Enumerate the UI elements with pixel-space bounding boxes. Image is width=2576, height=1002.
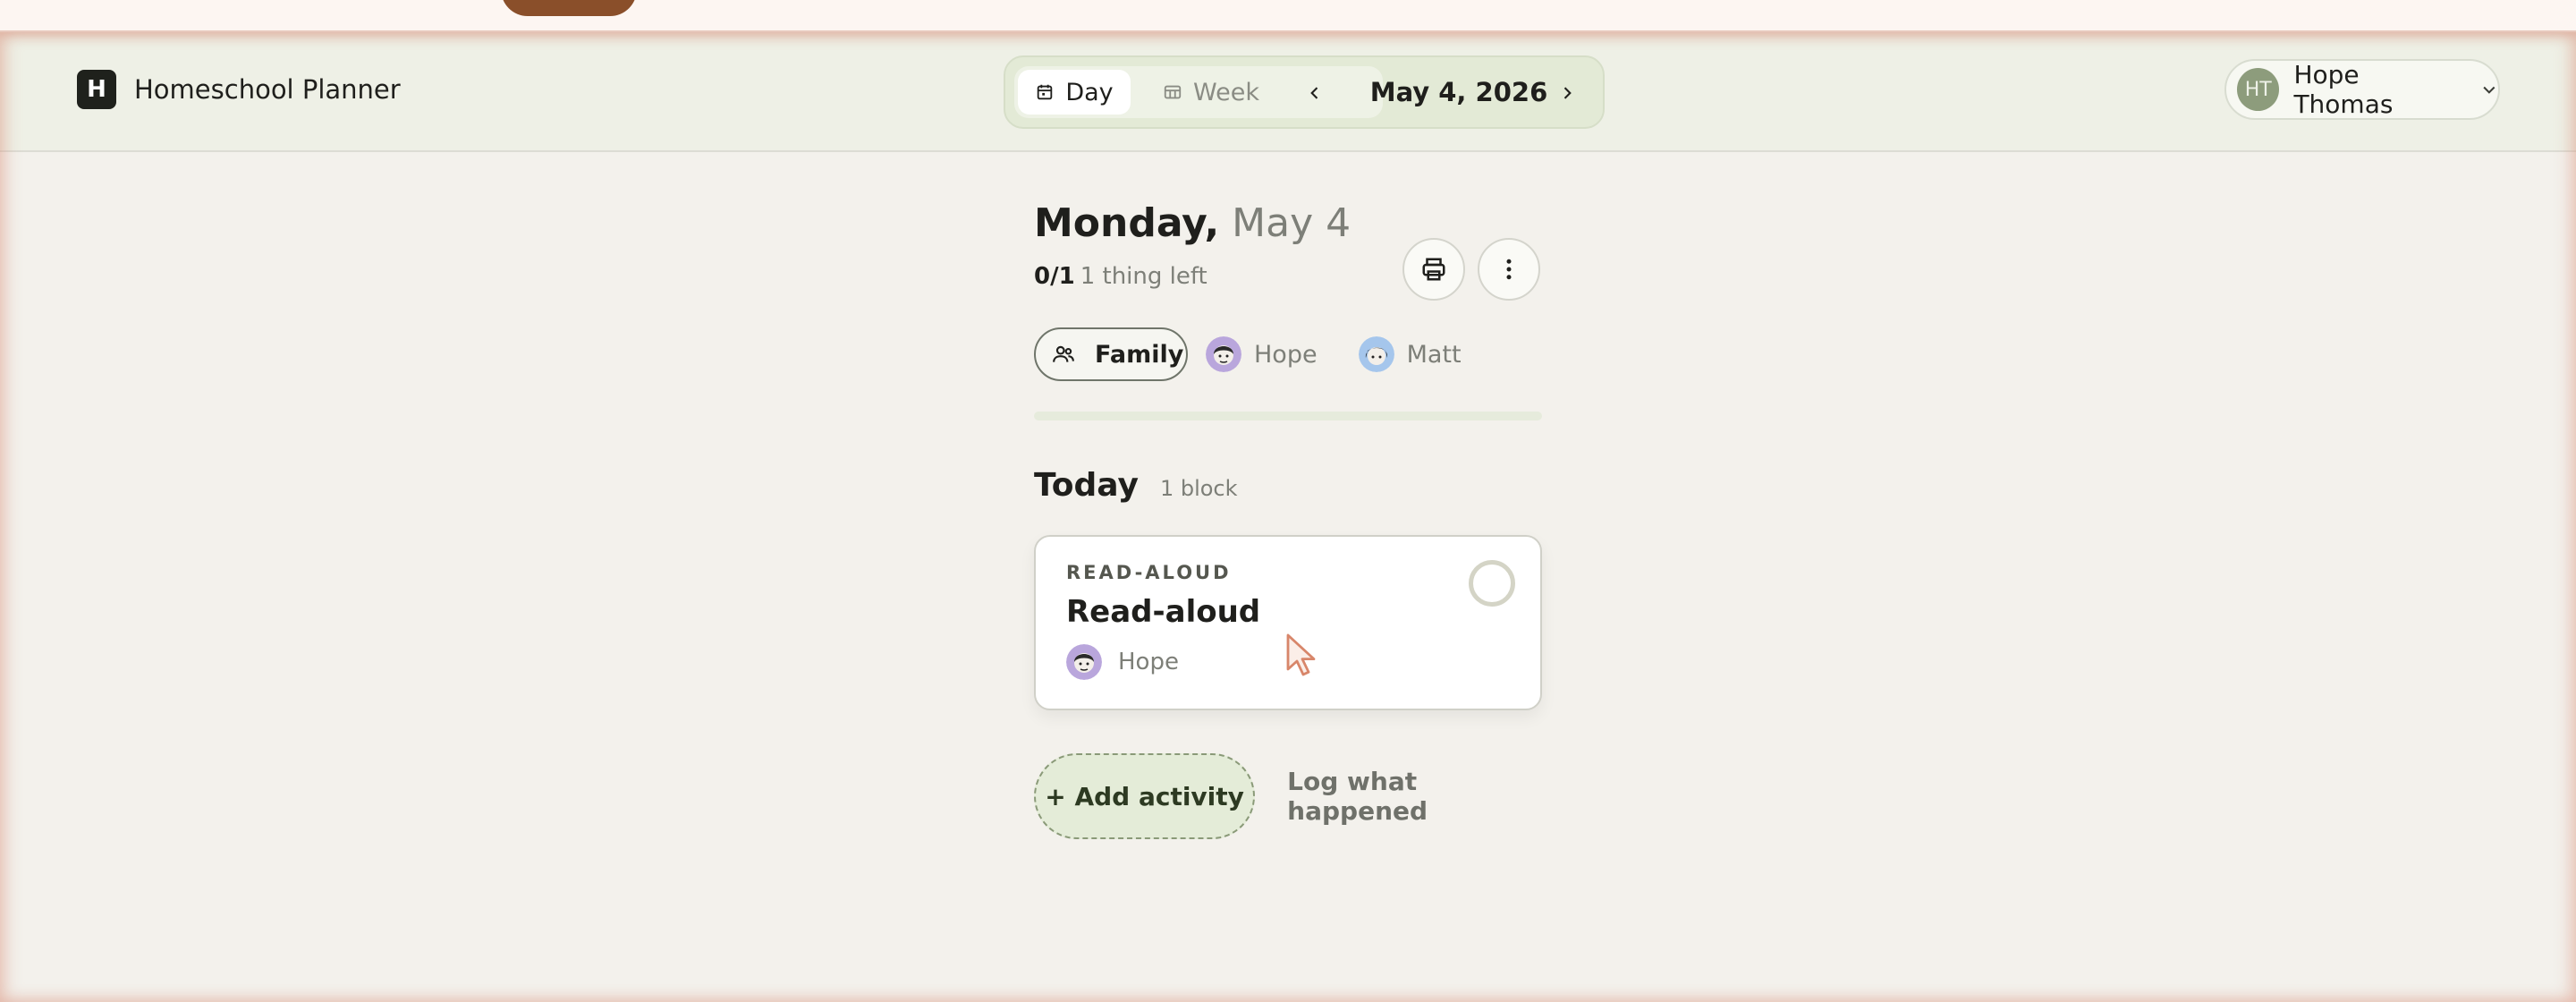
calendar-icon — [1038, 84, 1053, 100]
filter-family[interactable]: Family — [1034, 327, 1188, 381]
weekday-label: Monday, — [1034, 200, 1220, 246]
chevron-left-icon — [1310, 87, 1318, 99]
filter-matt[interactable]: Matt — [1358, 336, 1462, 372]
current-date: May 4, 2026 — [1369, 77, 1548, 107]
hope-avatar — [1206, 336, 1241, 372]
day-actions: + Add activity Log what happened — [1034, 753, 1542, 839]
day-progress-bar — [1034, 412, 1542, 420]
progress-count: 0/1 — [1034, 263, 1075, 290]
filter-hope-label: Hope — [1254, 340, 1318, 369]
view-day-label: Day — [1065, 78, 1114, 106]
more-vertical-icon — [1506, 259, 1512, 280]
view-week-label: Week — [1193, 78, 1259, 106]
activity-assignee-name: Hope — [1118, 649, 1179, 675]
filter-matt-label: Matt — [1406, 340, 1462, 369]
brand[interactable]: H Homeschool Planner — [77, 70, 401, 109]
activity-title: Read-aloud — [1066, 594, 1261, 630]
progress-left: 1 thing left — [1080, 263, 1208, 290]
date-navigator: Day Week May 4, 2026 — [1004, 55, 1605, 129]
hope-avatar — [1066, 644, 1102, 680]
next-day-button[interactable] — [1549, 73, 1585, 113]
mouse-cursor-icon — [1286, 633, 1316, 676]
complete-checkbox[interactable] — [1469, 560, 1515, 607]
top-tab[interactable] — [501, 0, 637, 16]
chevron-right-icon — [1563, 87, 1572, 99]
edge-glow — [0, 32, 2576, 1002]
log-what-happened-link[interactable]: Log what happened — [1287, 767, 1542, 826]
view-week-button[interactable]: Week — [1148, 70, 1274, 115]
matt-avatar — [1358, 336, 1394, 372]
view-day-button[interactable]: Day — [1018, 70, 1131, 115]
top-strip — [0, 0, 2576, 32]
filter-family-label: Family — [1095, 340, 1184, 369]
progress-summary: 0/1 1 thing left — [1034, 263, 1208, 290]
chevron-down-icon — [2483, 86, 2496, 94]
activity-card[interactable]: READ-ALOUD Read-aloud Hope — [1034, 535, 1542, 710]
page-title: Monday, May 4 — [1034, 200, 1351, 246]
previous-day-button[interactable] — [1297, 73, 1333, 113]
users-icon — [1053, 345, 1074, 362]
printer-icon — [1422, 258, 1445, 281]
user-menu-button[interactable]: HT Hope Thomas — [2224, 59, 2500, 120]
print-button[interactable] — [1402, 238, 1465, 301]
app-name: Homeschool Planner — [134, 74, 401, 105]
member-filters: Family Hope Matt — [1034, 327, 1462, 381]
avatar: HT — [2237, 68, 2280, 111]
user-name: Hope Thomas — [2293, 60, 2394, 119]
today-title: Today — [1034, 467, 1139, 504]
add-activity-button[interactable]: + Add activity — [1034, 753, 1256, 839]
today-count: 1 block — [1159, 476, 1238, 501]
today-section-header: Today 1 block — [1034, 467, 1238, 504]
calendar-grid-icon — [1164, 85, 1182, 99]
more-options-button[interactable] — [1478, 238, 1540, 301]
activity-assignee: Hope — [1066, 644, 1179, 680]
app-header: H Homeschool Planner Day Week May 4, 202… — [0, 32, 2576, 152]
filter-hope[interactable]: Hope — [1206, 336, 1318, 372]
activity-kicker: READ-ALOUD — [1066, 562, 1232, 583]
date-label: May 4 — [1232, 200, 1352, 246]
app-logo: H — [77, 70, 116, 109]
